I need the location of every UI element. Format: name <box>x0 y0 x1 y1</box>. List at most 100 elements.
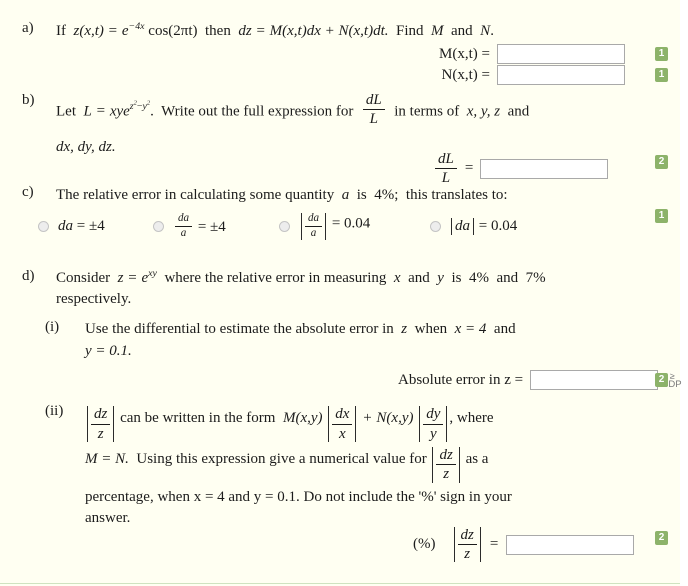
option-da-over-a-pm4[interactable]: da a = ±4 <box>153 212 279 240</box>
question-c-percent: 4%; <box>374 187 399 203</box>
option-4-label: da = 0.04 <box>450 217 518 235</box>
question-d-eq: = <box>128 270 137 286</box>
frac-dy-y-num: dy <box>423 406 444 425</box>
answer-input-percentage[interactable] <box>506 534 635 555</box>
option-abs-da-004[interactable]: da = 0.04 <box>430 217 518 235</box>
answer-row-N: N(x,t) = <box>428 65 625 85</box>
question-d-z: z <box>117 270 124 286</box>
question-d-ii-line1: dz z can be written in the form M(x,y) dx… <box>85 403 645 442</box>
answer-label-dL-num: dL <box>435 151 457 170</box>
question-a-then: then <box>205 23 231 39</box>
frac-dy-y: dy y <box>423 406 444 442</box>
radio-icon-option-3[interactable] <box>279 220 290 232</box>
marks-badge-c: 1 <box>655 209 668 223</box>
question-a-findN: N <box>480 23 491 39</box>
abs-dz-over-z-2: dz z <box>432 447 460 483</box>
option-3-label: da a = 0.04 <box>299 212 370 240</box>
answer-label-M: M(x,t) = <box>439 45 490 62</box>
question-d-ii-line3: percentage, when x = 4 and y = 0.1. Do n… <box>85 487 645 531</box>
option-3-fraction: da a <box>305 212 323 240</box>
question-d-part-i: (i) Use the differential to estimate the… <box>45 319 645 363</box>
question-b: b) Let L = xyez2−y2. Write out the full … <box>22 92 668 159</box>
answer-label-absolute-error: Absolute error in z = <box>398 371 524 388</box>
question-a: a) If z(x,t) = e−4x cos(2πt) then dz = M… <box>22 20 494 43</box>
question-d-y: y <box>437 270 444 286</box>
question-a-text: If z(x,t) = e−4x cos(2πt) then dz = M(x,… <box>56 20 494 43</box>
option-3-num: da <box>305 212 323 227</box>
question-d-x: x <box>393 270 401 286</box>
marks-badge-b: 2 <box>655 155 668 169</box>
question-a-and: and <box>451 23 473 39</box>
answer-label-percent-sign: (%) <box>413 536 436 553</box>
answer-input-absolute-error[interactable] <box>530 370 659 390</box>
question-d-intro: Consider z = exy where the relative erro… <box>56 268 656 311</box>
question-d-ii-M: M(x,y) <box>282 410 323 426</box>
frac-dz-z-2-num: dz <box>436 447 456 466</box>
question-b-frac-den: L <box>369 111 378 128</box>
question-d-i-xval: x = 4 <box>454 321 487 337</box>
option-3-den: a <box>310 226 317 239</box>
answer-row-dL-L: dL L = <box>433 151 609 186</box>
frac-dz-z-1-den: z <box>97 425 104 442</box>
frac-dz-z-answer-den: z <box>464 546 471 563</box>
question-b-vars1: x, y, z <box>466 103 501 120</box>
question-d-ii-t1: can be written in the form <box>120 410 276 426</box>
frac-dx-x-num: dx <box>332 406 353 425</box>
question-d-and: and <box>408 270 430 286</box>
question-b-period: . <box>150 103 154 120</box>
radio-icon-option-1[interactable] <box>38 220 49 232</box>
option-4-eq: = 0.04 <box>478 217 518 234</box>
question-d-where: where the relative error in measuring <box>164 270 387 286</box>
question-d-is: is <box>451 270 462 286</box>
answer-row-percentage: (%) dz z = <box>413 527 635 563</box>
answer-input-dL-L[interactable] <box>480 158 609 179</box>
question-b-and: and <box>507 103 530 120</box>
question-a-cos: cos(2πt) <box>148 23 198 39</box>
answer-eq-dL-L: = <box>464 160 474 177</box>
answer-input-M[interactable] <box>497 44 625 64</box>
answer-eq-percentage: = <box>489 536 499 553</box>
question-d-ii-asa: as a <box>465 450 489 467</box>
question-a-findM: M <box>431 23 444 39</box>
question-b-exponent: z2−y2 <box>130 100 150 112</box>
question-b-expr: xye <box>109 103 130 120</box>
frac-dz-z-1-num: dz <box>91 406 111 425</box>
abs-dx-over-x: dx x <box>328 406 357 442</box>
option-2-fraction: da a <box>175 212 193 240</box>
question-c-part2: this translates to: <box>405 187 508 203</box>
question-b-write: Write out the full expression for <box>161 103 354 120</box>
question-a-label: a) <box>22 20 34 36</box>
option-1-expr: da <box>58 217 73 234</box>
option-4-inner: da <box>455 217 470 234</box>
question-d-p1: 4% <box>468 270 489 286</box>
question-d-ii-using: Using this expression give a numerical v… <box>136 450 427 467</box>
answer-input-N[interactable] <box>497 65 625 85</box>
marks-badge-d-i: 2 <box>655 373 668 387</box>
option-2-eq: = ±4 <box>197 218 226 235</box>
abs-dy-over-y: dy y <box>419 406 448 442</box>
question-d-i-yval: y = 0.1. <box>85 342 132 359</box>
question-a-eq2: = <box>256 23 265 39</box>
radio-icon-option-2[interactable] <box>153 220 164 232</box>
question-c-part1: The relative error in calculating some q… <box>56 187 335 203</box>
question-b-L: L <box>83 103 92 120</box>
answer-row-M: M(x,t) = <box>428 44 625 64</box>
frac-dz-z-answer-num: dz <box>457 527 477 546</box>
question-b-vars2: dx, dy, dz. <box>56 139 116 156</box>
question-c-quantity: a <box>341 187 350 203</box>
option-abs-da-over-a-004[interactable]: da a = 0.04 <box>279 212 430 240</box>
question-d-ii-plus: + <box>363 410 372 426</box>
question-d-consider: Consider <box>56 270 111 286</box>
question-b-frac-num: dL <box>362 92 385 111</box>
abs-dz-over-z-1: dz z <box>87 406 115 442</box>
question-d-i-when: when <box>414 321 448 337</box>
question-c-text: The relative error in calculating some q… <box>56 184 508 207</box>
question-c-is: is <box>356 187 367 203</box>
question-d-ii-t2: , where <box>449 410 494 426</box>
option-da-pm4[interactable]: da = ±4 <box>38 218 153 235</box>
question-d-i-label: (i) <box>45 319 60 335</box>
question-a-rhs: M(x,t)dx + N(x,t)dt. <box>269 23 389 39</box>
question-b-interms: in terms of <box>394 103 460 120</box>
option-1-label: da = ±4 <box>58 218 105 235</box>
radio-icon-option-4[interactable] <box>430 220 441 232</box>
